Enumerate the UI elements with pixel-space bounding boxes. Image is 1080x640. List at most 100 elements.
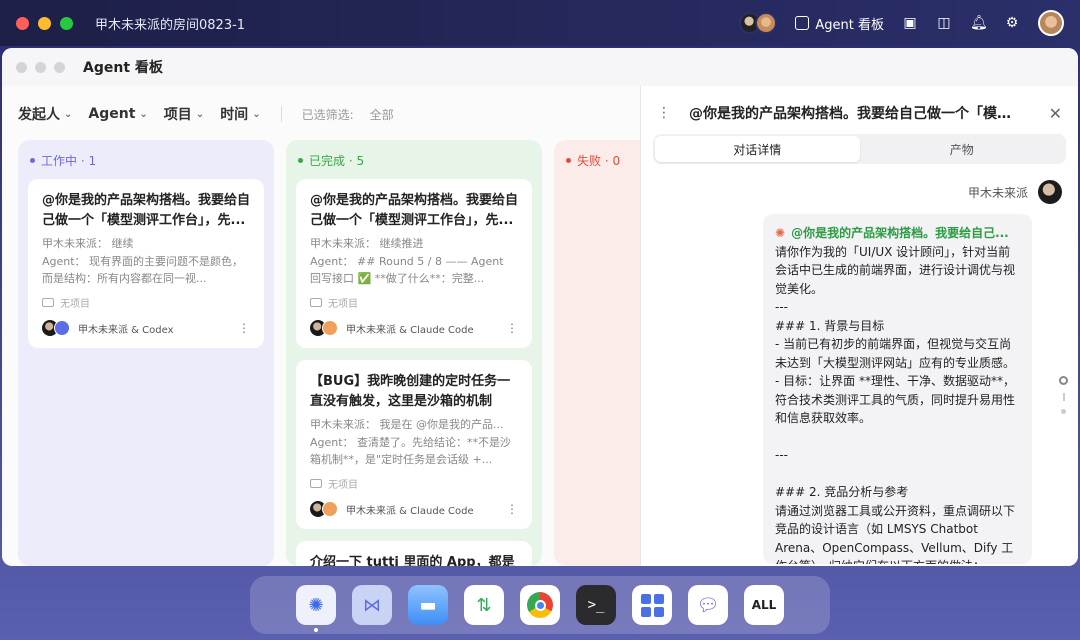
agent-board-button[interactable]: Agent 看板: [795, 14, 884, 33]
member-avatars[interactable]: [739, 12, 778, 34]
column-working: 工作中 · 1 @你是我的产品架构搭档。我要给自己做一个「模型测评工作台」，先.…: [18, 140, 274, 566]
more-icon[interactable]: ⋮: [506, 502, 518, 516]
message-head: ✺ @你是我的产品架构搭档。我要给自己...: [775, 224, 1020, 243]
card-title: 【BUG】我昨晚创建的定时任务一直没有触发，这里是沙箱的机制吗...: [310, 374, 511, 409]
task-card[interactable]: 【BUG】我昨晚创建的定时任务一直没有触发，这里是沙箱的机制吗... 甲木未来派…: [296, 360, 532, 529]
task-card[interactable]: @你是我的产品架构搭档。我要给自己做一个「模型测评工作台」，先... 甲木未来派…: [296, 179, 532, 348]
card-participants: 甲木未来派 & Codex: [78, 324, 174, 336]
more-icon[interactable]: ⋮: [238, 321, 250, 335]
status-dot: [298, 158, 303, 163]
chrome-icon: [527, 592, 553, 618]
filter-project[interactable]: 项目 ⌄: [164, 104, 204, 124]
sender-name: 甲木未来派: [967, 185, 1028, 200]
dock-app-tutti[interactable]: ✺: [296, 585, 336, 632]
room-title: 甲木未来派的房间0823-1: [95, 17, 246, 33]
card-footer: 甲木未来派 & Claude Code ⋮: [310, 320, 518, 336]
dock-app-transfer[interactable]: ⇅: [464, 585, 504, 625]
card-agent-line: Agent： 查清楚了。先给结论：**不是沙箱机制**，是"定时任务是会话级 +…: [310, 436, 512, 466]
card-title: @你是我的产品架构搭档。我要给自己做一个「模型测评工作台」，先...: [42, 193, 250, 228]
spark-icon: ✺: [775, 226, 786, 240]
dock-app-terminal[interactable]: >_: [576, 585, 616, 625]
dock: ✺ ⋈ ▬ ⇅ >_ 💬︎ ALL: [250, 576, 830, 634]
scroll-indicator-line: [1062, 393, 1065, 401]
window-title: Agent 看板: [83, 60, 163, 76]
message-head-text: @你是我的产品架构搭档。我要给自己...: [791, 226, 1009, 240]
column-header: 已完成 · 5: [298, 152, 530, 169]
chrome-icon-core: [534, 599, 546, 611]
close-window-button[interactable]: [16, 16, 29, 30]
scroll-indicator-dot: [1061, 409, 1066, 414]
running-indicator: [314, 628, 318, 632]
project-label: 无项目: [60, 299, 90, 310]
selected-filters-value: 全部: [369, 107, 394, 122]
card-title: 介绍一下 tutti 里面的 App，都是: [310, 555, 515, 566]
panel-tabs: 对话详情 产物: [653, 134, 1066, 164]
dock-app-launchpad[interactable]: [632, 585, 672, 625]
dock-app-all[interactable]: ALL: [744, 585, 784, 625]
project-label: 无项目: [328, 299, 358, 310]
chevron-down-icon: ⌄: [195, 108, 205, 120]
panel-header: ⋮ @你是我的产品架构搭档。我要给自己做一个「模型... ✕: [641, 94, 1078, 132]
chevron-down-icon: ⌄: [64, 108, 73, 120]
chat-icon: 💬︎: [696, 594, 720, 616]
share-icon: ⋈: [363, 594, 381, 616]
zoom-window-button[interactable]: [54, 61, 65, 73]
bell-icon[interactable]: 🔔︎: [970, 15, 988, 31]
apps-grid-icon: [640, 593, 664, 617]
card-user-line: 甲木未来派： 继续: [42, 237, 134, 250]
chart-icon: [795, 16, 810, 30]
card-footer: 甲木未来派 & Claude Code ⋮: [310, 501, 518, 517]
dock-app-network[interactable]: ⋈: [352, 585, 392, 625]
folder-icon: [310, 298, 322, 307]
card-user-line: 甲木未来派： 我是在 @你是我的产品...: [310, 418, 504, 431]
avatar: [755, 12, 778, 34]
avatar: [1038, 180, 1062, 204]
more-icon[interactable]: ⋮: [657, 105, 675, 121]
tab-artifacts[interactable]: 产物: [860, 136, 1065, 162]
card-agent-line: Agent： 现有界面的主要问题不是颜色，而是结构：所有内容都在同一视...: [42, 255, 244, 285]
minimize-window-button[interactable]: [35, 61, 46, 73]
close-window-button[interactable]: [16, 61, 27, 73]
dock-app-messages[interactable]: 💬︎: [688, 585, 728, 625]
filter-label: 发起人: [18, 107, 60, 123]
user-avatar[interactable]: [1038, 10, 1064, 36]
card-project: 无项目: [42, 295, 250, 310]
scroll-indicator[interactable]: [1059, 376, 1068, 414]
filter-agent[interactable]: Agent ⌄: [88, 106, 147, 122]
filter-label: Agent: [88, 106, 136, 122]
card-title: @你是我的产品架构搭档。我要给自己做一个「模型测评工作台」，先...: [310, 193, 518, 228]
zoom-window-button[interactable]: [60, 16, 73, 30]
close-icon[interactable]: ✕: [1049, 104, 1062, 123]
more-icon[interactable]: ⋮: [506, 321, 518, 335]
filter-time[interactable]: 时间 ⌄: [220, 104, 260, 124]
minimize-window-button[interactable]: [38, 16, 51, 30]
tab-conversation-detail[interactable]: 对话详情: [655, 136, 860, 162]
divider: [280, 106, 282, 122]
column-title: 工作中 · 1: [41, 154, 97, 168]
dock-app-files[interactable]: ▬: [408, 585, 448, 625]
filter-label: 时间: [220, 107, 249, 123]
column-title: 已完成 · 5: [309, 154, 365, 168]
chevron-down-icon: ⌄: [252, 108, 261, 120]
codex-icon: [54, 320, 70, 336]
terminal-icon: >_: [587, 597, 605, 613]
claude-icon: [322, 320, 338, 336]
agent-board-label: Agent 看板: [815, 17, 884, 33]
scroll-indicator-dot: [1059, 376, 1068, 385]
task-card[interactable]: @你是我的产品架构搭档。我要给自己做一个「模型测评工作台」，先... 甲木未来派…: [28, 179, 264, 348]
card-participants: 甲木未来派 & Claude Code: [346, 324, 474, 336]
filter-bar: 发起人 ⌄ Agent ⌄ 项目 ⌄ 时间 ⌄ 已选筛选: 全部: [18, 104, 394, 124]
gear-icon[interactable]: ⚙: [1004, 15, 1020, 31]
window-controls: [16, 61, 65, 73]
filter-initiator[interactable]: 发起人 ⌄: [18, 104, 72, 124]
task-card[interactable]: 介绍一下 tutti 里面的 App，都是: [296, 541, 532, 566]
folder-icon: ▬: [419, 594, 437, 616]
chevron-down-icon: ⌄: [139, 108, 148, 120]
layout-icon[interactable]: ◫: [936, 15, 952, 31]
card-footer: 甲木未来派 & Codex ⋮: [42, 320, 250, 336]
conversation-panel: ⋮ @你是我的产品架构搭档。我要给自己做一个「模型... ✕ 对话详情 产物 甲…: [640, 86, 1078, 566]
selected-filters-label: 已选筛选:: [301, 107, 354, 122]
save-icon[interactable]: ▣: [902, 15, 918, 31]
column-title: 失败 · 0: [577, 154, 621, 168]
dock-app-chrome[interactable]: [520, 585, 560, 625]
